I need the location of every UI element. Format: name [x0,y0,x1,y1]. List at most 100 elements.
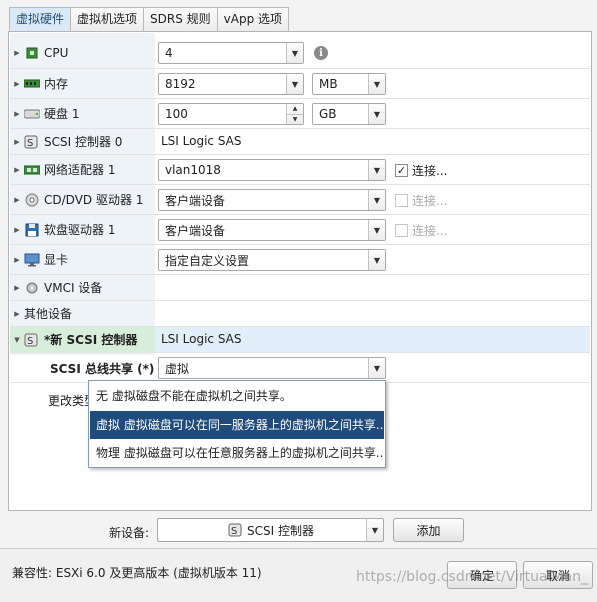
chevron-down-icon[interactable]: ▼ [366,519,383,541]
add-button[interactable]: 添加 [393,518,464,542]
expand-arrow-icon[interactable]: ▶ [10,49,24,57]
chevron-down-icon[interactable]: ▼ [368,220,385,240]
expand-arrow-icon[interactable]: ▶ [10,138,24,146]
memory-size-value: 8192 [165,77,196,91]
row-disk: ▶ 硬盘 1 100 ▲ ▼ GB ▼ [10,99,590,129]
spinner-control[interactable]: ▲ ▼ [286,104,303,124]
svg-text:S: S [27,336,33,347]
chevron-down-icon[interactable]: ▼ [286,43,303,63]
disk-size-input[interactable]: 100 ▲ ▼ [158,103,304,125]
video-card-select[interactable]: 指定自定义设置 ▼ [158,249,386,271]
floppy-icon [24,223,40,237]
row-other-devices: ▶ 其他设备 [10,301,590,327]
disk-size-value: 100 [165,107,188,121]
chevron-down-icon[interactable]: ▼ [368,190,385,210]
expand-arrow-icon[interactable]: ▶ [10,310,24,318]
svg-text:S: S [27,138,33,149]
option-none[interactable]: 无 虚拟磁盘不能在虚拟机之间共享。 [90,382,384,410]
memory-unit-value: MB [319,77,338,91]
bus-sharing-dropdown: 无 虚拟磁盘不能在虚拟机之间共享。 虚拟 虚拟磁盘可以在同一服务器上的虚拟机之间… [88,380,386,468]
scsi-controller-0-label: SCSI 控制器 0 [44,135,123,149]
new-device-select[interactable]: S SCSI 控制器 ▼ [157,518,384,542]
disk-unit-value: GB [319,107,337,121]
cpu-label: CPU [44,45,69,60]
network-select[interactable]: vlan1018 ▼ [158,159,386,181]
row-memory: ▶ 内存 8192 ▼ MB ▼ [10,69,590,99]
cpu-count-select[interactable]: 4 ▼ [158,42,304,64]
video-card-value: 指定自定义设置 [165,253,250,268]
memory-unit-select[interactable]: MB ▼ [312,73,386,95]
spin-up-icon[interactable]: ▲ [287,104,303,115]
watermark-text: https://blog.csdn.net/VirtualMan_ [356,569,589,585]
row-video-card: ▶ 显卡 指定自定义设置 ▼ [10,245,590,275]
cd-dvd-label: CD/DVD 驱动器 1 [44,193,144,207]
chevron-down-icon[interactable]: ▼ [368,250,385,270]
expand-arrow-icon[interactable]: ▶ [10,110,24,118]
chevron-down-icon[interactable]: ▼ [286,74,303,94]
spin-down-icon[interactable]: ▼ [287,115,303,125]
expand-arrow-icon[interactable]: ▶ [10,196,24,204]
chevron-down-icon[interactable]: ▼ [368,160,385,180]
hard-disk-icon [24,107,40,121]
disk-unit-select[interactable]: GB ▼ [312,103,386,125]
gear-icon [24,281,40,295]
cpu-icon [24,46,40,60]
tab-bar: 虚拟硬件 虚拟机选项 SDRS 规则 vApp 选项 [9,7,290,31]
collapse-arrow-icon[interactable]: ▼ [10,336,24,344]
scsi-bus-sharing-label: SCSI 总线共享 (*) [50,362,155,376]
new-device-label: 新设备: [109,526,150,540]
network-connect-checkbox[interactable]: ✓ 连接... [395,162,447,179]
network-connect-label: 连接... [412,164,448,178]
monitor-icon [24,253,40,267]
scsi-controller-icon: S [24,135,40,149]
row-cd-dvd: ▶ CD/DVD 驱动器 1 客户端设备 ▼ 连接... [10,185,590,215]
row-network-adapter: ▶ 网络适配器 1 vlan1018 ▼ ✓ 连接... [10,155,590,185]
option-virtual[interactable]: 虚拟 虚拟磁盘可以在同一服务器上的虚拟机之间共享... [90,411,384,439]
row-floppy: ▶ 软盘驱动器 1 客户端设备 ▼ 连接... [10,215,590,245]
floppy-connect-label: 连接... [412,224,448,238]
cd-dvd-connect-label: 连接... [412,194,448,208]
cd-dvd-select[interactable]: 客户端设备 ▼ [158,189,386,211]
info-icon[interactable]: i [314,46,328,60]
row-cpu: ▶ CPU 4 ▼ i [10,37,590,69]
scsi-controller-0-type: LSI Logic SAS [161,134,242,148]
tab-virtual-hardware[interactable]: 虚拟硬件 [9,7,72,31]
new-device-value: SCSI 控制器 [247,523,314,538]
disk-label: 硬盘 1 [44,107,80,121]
expand-arrow-icon[interactable]: ▶ [10,166,24,174]
checkmark-icon[interactable]: ✓ [395,164,408,177]
tab-sdrs-rules[interactable]: SDRS 规则 [143,7,218,31]
network-adapter-label: 网络适配器 1 [44,163,116,177]
row-scsi-bus-sharing: SCSI 总线共享 (*) 虚拟 ▼ [10,353,590,383]
expand-arrow-icon[interactable]: ▶ [10,80,24,88]
network-adapter-icon [24,163,40,177]
floppy-connect-checkbox[interactable]: 连接... [395,222,447,239]
tab-vm-options[interactable]: 虚拟机选项 [70,7,145,31]
scsi-bus-sharing-value: 虚拟 [165,361,190,376]
memory-icon [24,77,40,91]
row-vmci: ▶ VMCI 设备 [10,275,590,301]
chevron-down-icon[interactable]: ▼ [368,104,385,124]
row-scsi-controller-0: ▶ S SCSI 控制器 0 LSI Logic SAS [10,129,590,155]
floppy-label: 软盘驱动器 1 [44,223,116,237]
cpu-count-value: 4 [165,46,173,60]
memory-label: 内存 [44,77,69,91]
floppy-select[interactable]: 客户端设备 ▼ [158,219,386,241]
expand-arrow-icon[interactable]: ▶ [10,284,24,292]
chevron-down-icon[interactable]: ▼ [368,358,385,378]
chevron-down-icon[interactable]: ▼ [368,74,385,94]
cd-dvd-value: 客户端设备 [165,193,226,208]
tab-vapp-options[interactable]: vApp 选项 [216,7,290,31]
network-value: vlan1018 [165,163,221,177]
video-card-label: 显卡 [44,253,69,267]
expand-arrow-icon[interactable]: ▶ [10,226,24,234]
scsi-controller-icon: S [227,523,243,537]
expand-arrow-icon[interactable]: ▶ [10,256,24,264]
cd-dvd-connect-checkbox[interactable]: 连接... [395,192,447,209]
row-new-scsi-controller: ▼ S *新 SCSI 控制器 LSI Logic SAS [10,327,590,353]
other-devices-label: 其他设备 [24,307,73,321]
scsi-bus-sharing-select[interactable]: 虚拟 ▼ [158,357,386,379]
cd-dvd-icon [24,193,40,207]
option-physical[interactable]: 物理 虚拟磁盘可以在任意服务器上的虚拟机之间共享... [90,439,384,467]
memory-size-input[interactable]: 8192 ▼ [158,73,304,95]
